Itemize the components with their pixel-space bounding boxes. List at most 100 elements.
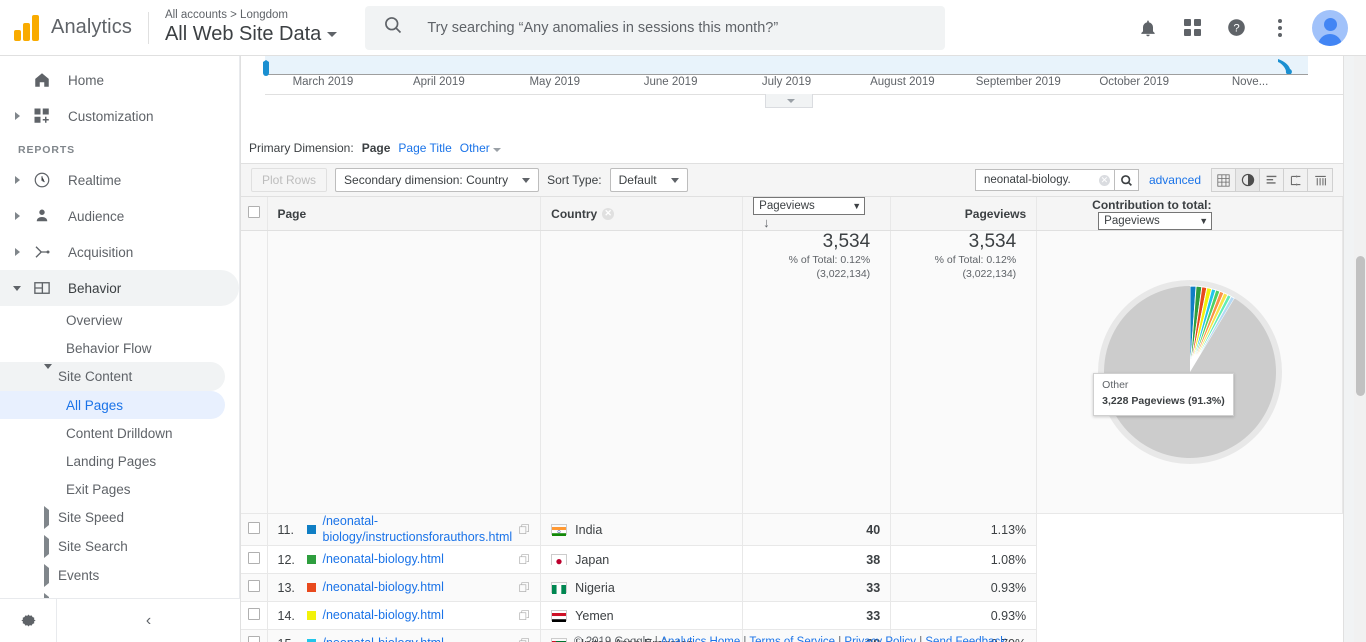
column-header-country[interactable]: Country ✕: [540, 197, 744, 231]
help-icon[interactable]: ?: [1224, 16, 1248, 40]
sidebar-item-site-speed[interactable]: Site Speed: [0, 503, 225, 532]
acquisition-icon: [28, 243, 56, 261]
bell-icon[interactable]: [1136, 16, 1160, 40]
timeline-expand-toggle[interactable]: [765, 94, 813, 108]
account-selector[interactable]: All accounts > Longdom All Web Site Data: [165, 9, 338, 45]
open-in-new-icon[interactable]: [519, 524, 530, 535]
sidebar-item-audience[interactable]: Audience: [0, 198, 239, 234]
primary-dimension-other[interactable]: Other: [460, 141, 501, 155]
open-in-new-icon[interactable]: [519, 610, 530, 621]
sidebar-item-behavior-flow[interactable]: Behavior Flow: [0, 334, 225, 362]
sort-type-select[interactable]: Default: [609, 168, 688, 192]
sort-descending-icon[interactable]: ↓: [763, 215, 770, 230]
row-checkbox[interactable]: [241, 513, 268, 547]
timeline-tick: July 2019: [761, 76, 812, 88]
pie-slice[interactable]: [1103, 286, 1276, 459]
page-link[interactable]: /neonatal-biology.html: [323, 580, 513, 596]
sidebar-item-content-drilldown[interactable]: Content Drilldown: [0, 419, 225, 447]
date-range-timeline[interactable]: March 2019 April 2019 May 2019 June 2019…: [241, 56, 1343, 131]
search-input[interactable]: [425, 18, 928, 37]
close-icon[interactable]: ✕: [1098, 174, 1110, 186]
secondary-dimension-select[interactable]: Secondary dimension: Country: [335, 168, 540, 192]
scrollbar-thumb[interactable]: [1356, 256, 1365, 396]
gear-icon[interactable]: [0, 611, 56, 630]
sidebar-item-landing-pages[interactable]: Landing Pages: [0, 447, 225, 475]
pie-chart[interactable]: Other 3,228 Pageviews (91.3%): [1047, 231, 1332, 513]
metric-select[interactable]: Pageviews ▼: [753, 197, 866, 215]
advanced-link[interactable]: advanced: [1149, 173, 1201, 187]
sidebar-item-site-search[interactable]: Site Search: [0, 532, 225, 561]
expand-icon[interactable]: [6, 176, 28, 184]
table-search-button[interactable]: [1114, 169, 1139, 191]
page-link[interactable]: /neonatal-biology.html: [323, 608, 513, 624]
sidebar-item-acquisition[interactable]: Acquisition: [0, 234, 239, 270]
table-row[interactable]: 13. /neonatal-biology.html Nigeria 33 0.93%: [241, 573, 1343, 603]
avatar[interactable]: [1312, 9, 1348, 46]
sidebar-item-label: Content Drilldown: [66, 425, 173, 441]
open-in-new-icon[interactable]: [519, 582, 530, 593]
column-header-pageviews[interactable]: Pageviews: [890, 197, 1038, 231]
table-search-input[interactable]: [981, 173, 1099, 187]
primary-dimension-page[interactable]: Page: [362, 141, 391, 155]
sidebar-item-behavior[interactable]: Behavior: [0, 270, 239, 306]
expand-icon[interactable]: [44, 564, 58, 587]
sidebar-item-overview[interactable]: Overview: [0, 306, 225, 334]
sidebar-item-label: Site Search: [58, 539, 128, 554]
table-view-icon[interactable]: [1212, 169, 1236, 191]
chevron-down-icon: [327, 31, 338, 37]
expand-icon[interactable]: [44, 535, 58, 558]
footer-link-analytics-home[interactable]: Analytics Home: [660, 636, 740, 642]
performance-view-icon[interactable]: [1260, 169, 1284, 191]
sidebar-item-site-content[interactable]: Site Content: [0, 362, 225, 391]
pivot-view-icon[interactable]: [1308, 169, 1332, 191]
sort-type-label: Sort Type:: [547, 173, 602, 187]
plot-rows-button[interactable]: Plot Rows: [251, 168, 328, 192]
apps-grid-icon[interactable]: [1180, 16, 1204, 40]
row-index: 12.: [277, 552, 295, 567]
chevron-left-icon[interactable]: ‹: [57, 612, 240, 630]
footer-link-feedback[interactable]: Send Feedback: [925, 636, 1006, 642]
sidebar-item-events[interactable]: Events: [0, 561, 225, 590]
contribution-select[interactable]: Pageviews ▼: [1098, 211, 1213, 230]
sidebar-item-realtime[interactable]: Realtime: [0, 162, 239, 198]
row-checkbox[interactable]: [241, 601, 268, 631]
row-checkbox[interactable]: [241, 545, 268, 575]
table-row[interactable]: 11. /neonatal-biology/instructionsforauth…: [241, 513, 1343, 547]
page-link[interactable]: /neonatal-biology.html: [323, 552, 513, 568]
pie-chart-svg[interactable]: [1090, 272, 1290, 472]
collapse-icon[interactable]: [6, 285, 28, 291]
expand-icon[interactable]: [6, 248, 28, 256]
collapse-icon[interactable]: [44, 364, 58, 384]
primary-dimension-page-title[interactable]: Page Title: [398, 141, 451, 155]
open-in-new-icon[interactable]: [519, 554, 530, 565]
remove-dimension-icon[interactable]: ✕: [602, 207, 615, 220]
sidebar-item-all-pages[interactable]: All Pages: [0, 391, 225, 419]
expand-icon[interactable]: [6, 212, 28, 220]
page-link[interactable]: /neonatal-biology/instructionsforauthors…: [323, 514, 513, 545]
table-row[interactable]: 12. /neonatal-biology.html Japan 38 1.08%: [241, 545, 1343, 575]
pie-view-icon[interactable]: [1236, 169, 1260, 191]
sidebar-item-customization[interactable]: Customization: [0, 98, 239, 134]
series-color-swatch: [306, 611, 316, 621]
copyright: © 2019 Google: [574, 636, 652, 642]
sidebar-item-home[interactable]: Home: [0, 62, 239, 98]
footer-link-terms[interactable]: Terms of Service: [749, 636, 835, 642]
comparison-view-icon[interactable]: [1284, 169, 1308, 191]
expand-icon[interactable]: [6, 112, 28, 120]
sidebar-item-label: Home: [68, 72, 105, 88]
column-header-page[interactable]: Page: [267, 197, 542, 231]
expand-icon[interactable]: [44, 506, 58, 529]
column-header-metric-select[interactable]: Pageviews ▼ ↓: [742, 197, 892, 231]
global-search[interactable]: [365, 5, 946, 50]
main-scrollbar[interactable]: [1354, 56, 1366, 642]
sidebar-item-exit-pages[interactable]: Exit Pages: [0, 475, 225, 503]
footer-link-privacy[interactable]: Privacy Policy: [844, 636, 916, 642]
cell-country: Japan: [540, 545, 744, 575]
customization-icon: [28, 107, 56, 125]
table-row[interactable]: 14. /neonatal-biology.html Yemen 33 0.93%: [241, 601, 1343, 631]
select-all-checkbox[interactable]: [241, 197, 268, 231]
timeline-handle-right[interactable]: [1277, 58, 1293, 74]
table-search[interactable]: ✕: [974, 169, 1115, 191]
more-vert-icon[interactable]: [1268, 16, 1292, 40]
row-checkbox[interactable]: [241, 573, 268, 603]
